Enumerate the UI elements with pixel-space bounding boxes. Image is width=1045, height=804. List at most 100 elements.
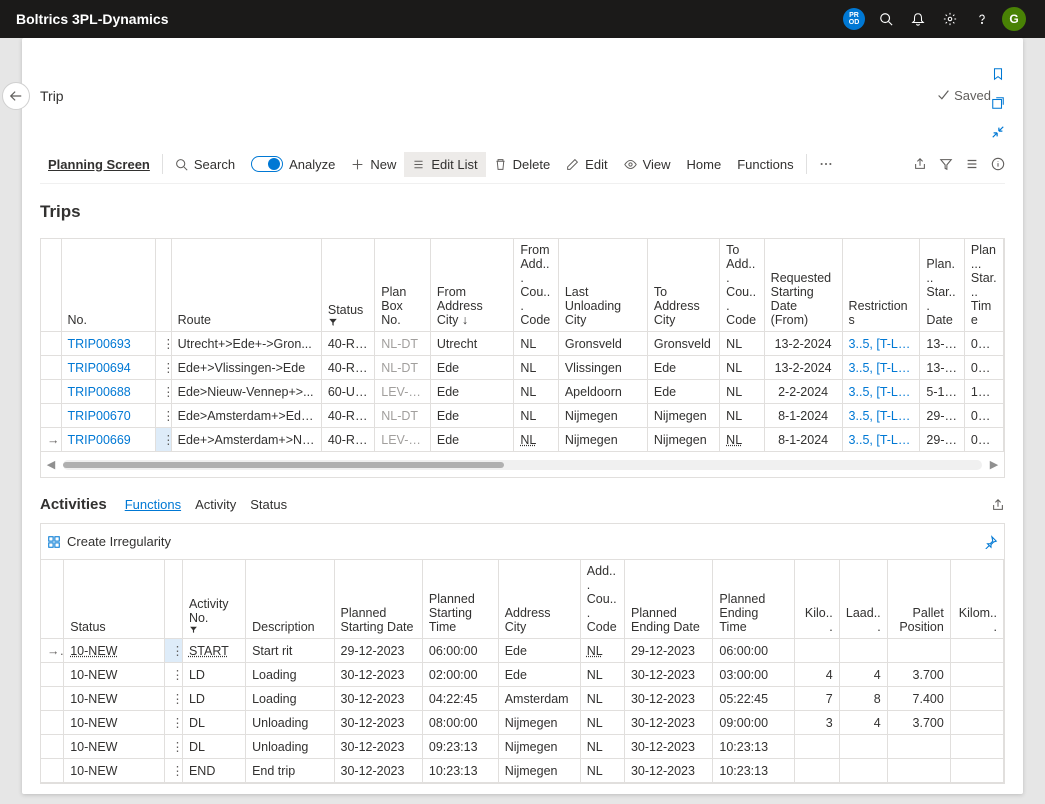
col-status[interactable]: Status xyxy=(321,239,374,332)
row-menu[interactable]: ⋮ xyxy=(156,404,172,428)
filter-icon[interactable] xyxy=(939,157,953,171)
page-title: Trip xyxy=(40,88,64,104)
col-no[interactable]: No. xyxy=(61,239,156,332)
col-act-no[interactable]: Activity No. xyxy=(182,560,245,639)
analyze-toggle[interactable] xyxy=(251,156,283,172)
settings-icon[interactable] xyxy=(935,4,965,34)
tab-status[interactable]: Status xyxy=(250,497,287,512)
col-kilom[interactable]: Kilom... xyxy=(950,560,1003,639)
tab-activity[interactable]: Activity xyxy=(195,497,236,512)
new-button[interactable]: New xyxy=(343,152,404,177)
row-menu[interactable]: ⋮ xyxy=(165,663,183,687)
col-req-date[interactable]: Requested Starting Date (From) xyxy=(764,239,842,332)
row-menu[interactable]: ⋮ xyxy=(165,735,183,759)
col-from-city[interactable]: From Address City ↓ xyxy=(430,239,513,332)
row-selector[interactable] xyxy=(41,332,61,356)
avatar[interactable]: G xyxy=(999,4,1029,34)
delete-button[interactable]: Delete xyxy=(486,152,559,177)
row-selector[interactable] xyxy=(41,356,61,380)
table-row[interactable]: 10-NEW⋮LDLoading30-12-202304:22:45Amster… xyxy=(41,687,1004,711)
col-route[interactable]: Route xyxy=(171,239,321,332)
pin-icon[interactable] xyxy=(984,535,998,549)
table-row[interactable]: 10-NEW⋮DLUnloading30-12-202309:23:13Nijm… xyxy=(41,735,1004,759)
row-selector[interactable] xyxy=(41,380,61,404)
table-row[interactable]: TRIP00670⋮Ede>Amsterdam+>Ede...40-REL...… xyxy=(41,404,1004,428)
popout-icon[interactable] xyxy=(991,96,1005,110)
table-row[interactable]: TRIP00693⋮Utrecht+>Ede+->Gron...40-REL..… xyxy=(41,332,1004,356)
col-to-code[interactable]: To Add... Cou... Code xyxy=(720,239,765,332)
row-selector[interactable] xyxy=(41,687,64,711)
row-menu[interactable]: ⋮ xyxy=(165,711,183,735)
search-icon[interactable] xyxy=(871,4,901,34)
col-last-city[interactable]: Last Unloading City xyxy=(558,239,647,332)
row-menu[interactable]: ⋮ xyxy=(156,380,172,404)
col-laad[interactable]: Laad... xyxy=(839,560,887,639)
row-selector[interactable] xyxy=(41,663,64,687)
row-menu[interactable]: ⋮ xyxy=(156,332,172,356)
col-act-desc[interactable]: Description xyxy=(246,560,334,639)
col-planbox[interactable]: Plan Box No. xyxy=(375,239,431,332)
view-button[interactable]: View xyxy=(616,152,679,177)
col-act-status[interactable]: Status xyxy=(64,560,165,639)
share-icon[interactable] xyxy=(991,498,1005,512)
back-button[interactable] xyxy=(2,82,30,110)
activities-grid: Status Activity No. Description Planned … xyxy=(40,560,1005,784)
row-selector[interactable] xyxy=(41,404,61,428)
analyze-button[interactable]: Analyze xyxy=(243,151,343,177)
col-act-city[interactable]: Address City xyxy=(498,560,580,639)
share-icon[interactable] xyxy=(913,157,927,171)
list-view-icon[interactable] xyxy=(965,157,979,171)
create-irregularity-button[interactable]: Create Irregularity xyxy=(47,534,171,549)
notifications-icon[interactable] xyxy=(903,4,933,34)
row-menu[interactable]: ⋮ xyxy=(165,639,183,663)
tab-functions[interactable]: Functions xyxy=(125,497,181,512)
col-kilo[interactable]: Kilo... xyxy=(795,560,839,639)
trip-no-link[interactable]: TRIP00693 xyxy=(61,332,156,356)
col-plan-time[interactable]: Plan... Star... Time xyxy=(964,239,1003,332)
col-from-code[interactable]: From Add... Cou... Code xyxy=(514,239,559,332)
col-psd[interactable]: Planned Starting Date xyxy=(334,560,422,639)
bookmark-icon[interactable] xyxy=(991,67,1005,81)
info-icon[interactable] xyxy=(991,157,1005,171)
functions-button[interactable]: Functions xyxy=(729,152,801,177)
more-actions-button[interactable] xyxy=(811,152,841,176)
home-button[interactable]: Home xyxy=(679,152,730,177)
help-icon[interactable] xyxy=(967,4,997,34)
row-selector[interactable] xyxy=(41,711,64,735)
row-menu[interactable]: ⋮ xyxy=(156,428,172,452)
col-act-code[interactable]: Add... Cou... Code xyxy=(580,560,624,639)
table-row[interactable]: TRIP00688⋮Ede>Nieuw-Vennep+>...60-UN...L… xyxy=(41,380,1004,404)
col-restrictions[interactable]: Restrictions xyxy=(842,239,920,332)
col-ped[interactable]: Planned Ending Date xyxy=(624,560,712,639)
search-button[interactable]: Search xyxy=(167,152,243,177)
table-row[interactable]: →10-NEW⋮STARTStart rit29-12-202306:00:00… xyxy=(41,639,1004,663)
row-selector[interactable] xyxy=(41,735,64,759)
edit-list-button[interactable]: Edit List xyxy=(404,152,485,177)
table-row[interactable]: 10-NEW⋮ENDEnd trip30-12-202310:23:13Nijm… xyxy=(41,759,1004,783)
pencil-icon xyxy=(566,158,579,171)
row-menu[interactable]: ⋮ xyxy=(165,759,183,783)
col-pallet[interactable]: Pallet Position xyxy=(887,560,950,639)
table-row[interactable]: →TRIP00669⋮Ede+>Amsterdam+>Ni...40-REL..… xyxy=(41,428,1004,452)
edit-button[interactable]: Edit xyxy=(558,152,615,177)
table-row[interactable]: 10-NEW⋮DLUnloading30-12-202308:00:00Nijm… xyxy=(41,711,1004,735)
trip-no-link[interactable]: TRIP00688 xyxy=(61,380,156,404)
trip-no-link[interactable]: TRIP00670 xyxy=(61,404,156,428)
row-menu[interactable]: ⋮ xyxy=(165,687,183,711)
row-selector[interactable]: → xyxy=(41,428,61,452)
planning-screen-button[interactable]: Planning Screen xyxy=(40,152,158,177)
col-pst[interactable]: Planned Starting Time xyxy=(422,560,498,639)
row-selector[interactable] xyxy=(41,759,64,783)
table-row[interactable]: 10-NEW⋮LDLoading30-12-202302:00:00EdeNL3… xyxy=(41,663,1004,687)
environment-badge[interactable]: PROD xyxy=(839,4,869,34)
col-plan-date[interactable]: Plan... Star... Date xyxy=(920,239,965,332)
trip-no-link[interactable]: TRIP00669 xyxy=(61,428,156,452)
collapse-icon[interactable] xyxy=(991,125,1005,139)
col-pet[interactable]: Planned Ending Time xyxy=(713,560,795,639)
trips-scrollbar[interactable]: ◀ ▶ xyxy=(41,452,1004,477)
table-row[interactable]: TRIP00694⋮Ede+>Vlissingen->Ede40-REL...N… xyxy=(41,356,1004,380)
col-to-city[interactable]: To Address City xyxy=(647,239,719,332)
row-selector[interactable]: → xyxy=(41,639,64,663)
trip-no-link[interactable]: TRIP00694 xyxy=(61,356,156,380)
row-menu[interactable]: ⋮ xyxy=(156,356,172,380)
